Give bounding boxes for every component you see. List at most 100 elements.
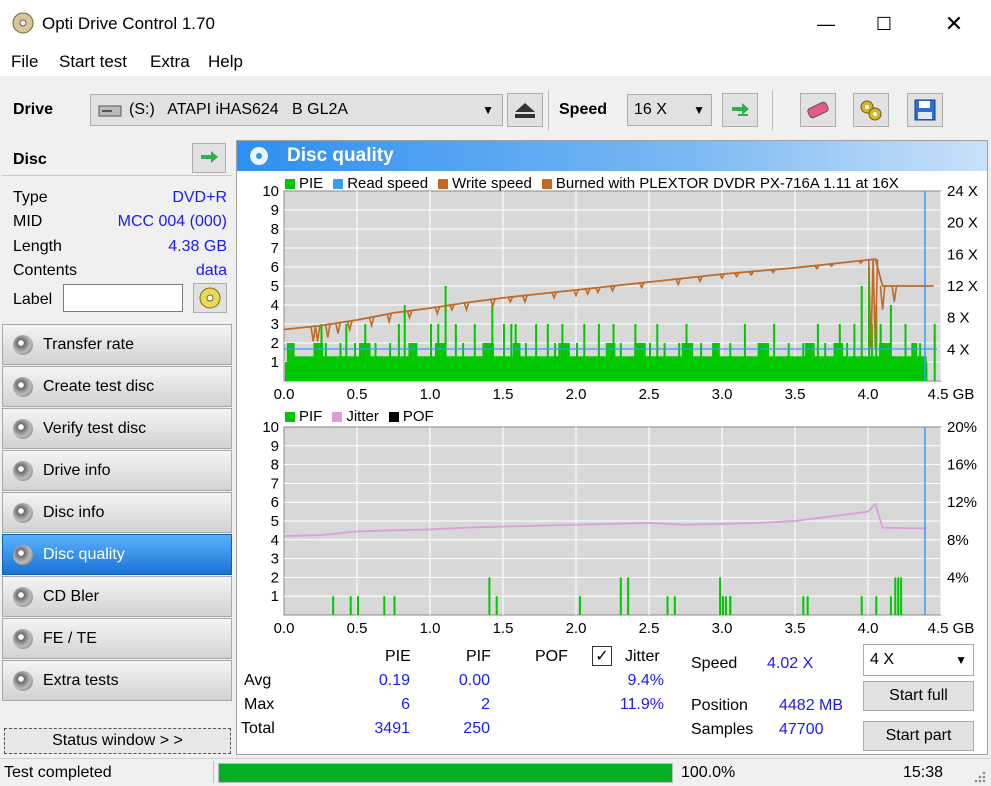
- max-pif: 2: [481, 696, 490, 713]
- pif-bar: [488, 577, 491, 615]
- nav-disc-quality[interactable]: Disc quality: [2, 534, 232, 575]
- speed-label: Speed: [559, 101, 608, 118]
- menu-extra[interactable]: Extra: [150, 52, 190, 72]
- erase-button[interactable]: [800, 93, 836, 127]
- contents-label: Contents: [13, 262, 78, 279]
- stats-col-pof: POF: [535, 648, 568, 665]
- pif-bar: [627, 577, 630, 615]
- x-tick-label: 4.0: [858, 620, 879, 637]
- y-tick-label: 1: [271, 588, 279, 605]
- eraser-icon: [807, 101, 829, 119]
- label-input[interactable]: [63, 284, 183, 312]
- avg-pie: 0.19: [378, 672, 410, 689]
- menu-help[interactable]: Help: [208, 52, 243, 72]
- left-panel: Disc Type DVD+R MID MCC 004 (000) Length…: [0, 138, 234, 758]
- close-button[interactable]: ✕: [925, 0, 983, 48]
- minimize-button[interactable]: —: [797, 0, 855, 48]
- pif-bar: [578, 596, 581, 615]
- stats-col-pif: PIF: [466, 648, 491, 665]
- y-tick-label: 5: [271, 513, 279, 530]
- nav-transfer-rate[interactable]: Transfer rate: [2, 324, 232, 365]
- nav-verify-test-disc[interactable]: Verify test disc: [2, 408, 232, 449]
- type-value: DVD+R: [172, 189, 227, 206]
- x-tick-label: 4.5 GB: [928, 620, 975, 637]
- menu-start-test[interactable]: Start test: [59, 52, 127, 72]
- x-tick-label: 2.5: [639, 620, 660, 637]
- nav-extra-tests[interactable]: Extra tests: [2, 660, 232, 701]
- maximize-button[interactable]: ☐: [855, 0, 913, 48]
- drive-select-value: (S:) ATAPI iHAS624 B GL2A: [129, 101, 349, 118]
- length-value: 4.38 GB: [168, 238, 227, 255]
- label-disc-button[interactable]: [193, 283, 227, 313]
- separator: [548, 90, 549, 130]
- refresh-speed-button[interactable]: [722, 93, 758, 127]
- disc-header: Disc: [2, 140, 232, 176]
- nav-fe-te[interactable]: FE / TE: [2, 618, 232, 659]
- disc-header-title: Disc: [13, 151, 47, 168]
- gears-icon: [860, 100, 882, 121]
- nav-label: Drive info: [43, 461, 111, 479]
- stats-row-total: Total: [241, 720, 275, 737]
- menu-bar: File Start test Extra Help: [0, 48, 991, 76]
- start-part-button[interactable]: Start part: [863, 721, 974, 751]
- separator: [213, 761, 214, 783]
- pif-bar: [894, 577, 897, 615]
- jitter-checkbox[interactable]: ✓: [592, 646, 612, 666]
- max-pie: 6: [401, 696, 410, 713]
- progress-bar: [218, 763, 673, 783]
- disc-icon: [13, 670, 33, 691]
- pif-bar: [666, 596, 669, 615]
- disc-icon: [13, 460, 33, 481]
- y-tick-label: 3: [271, 551, 279, 568]
- test-speed-select[interactable]: 4 X ▼: [863, 644, 974, 676]
- y-tick-label: 2: [271, 569, 279, 586]
- test-speed-value: 4 X: [870, 651, 895, 668]
- start-full-button[interactable]: Start full: [863, 681, 974, 711]
- avg-pif: 0.00: [458, 672, 490, 689]
- nav-cd-bler[interactable]: CD Bler: [2, 576, 232, 617]
- disc-refresh-button[interactable]: [192, 143, 226, 173]
- nav-create-test-disc[interactable]: Create test disc: [2, 366, 232, 407]
- nav-label: Create test disc: [43, 377, 155, 395]
- nav-label: Extra tests: [43, 671, 119, 689]
- nav-label: CD Bler: [43, 587, 100, 605]
- nav-label: FE / TE: [43, 629, 97, 647]
- separator: [772, 90, 773, 130]
- speed-select-value: 16 X: [634, 101, 667, 118]
- disc-icon: [13, 376, 33, 397]
- time-text: 15:38: [903, 764, 944, 781]
- pif-bar: [383, 596, 386, 615]
- speed-info-label: Speed: [691, 655, 738, 672]
- menu-file[interactable]: File: [11, 52, 38, 72]
- title-bar: Opti Drive Control 1.70 — ☐ ✕: [0, 0, 991, 48]
- x-tick-label: 3.5: [785, 620, 806, 637]
- pif-bar: [724, 596, 727, 615]
- speed-info-value: 4.02 X: [767, 655, 814, 672]
- y2-tick-label: 20%: [947, 419, 977, 436]
- settings-button[interactable]: [853, 93, 889, 127]
- drive-select[interactable]: (S:) ATAPI iHAS624 B GL2A ▼: [90, 94, 503, 126]
- pif-bar: [349, 596, 352, 615]
- total-pie: 3491: [374, 720, 410, 737]
- samples-label: Samples: [691, 721, 754, 738]
- y-tick-label: 7: [271, 475, 279, 492]
- x-tick-label: 1.0: [420, 620, 441, 637]
- pif-bar: [393, 596, 396, 615]
- pif-bar: [719, 577, 722, 615]
- stats-col-pie: PIE: [385, 648, 411, 665]
- stats-row-avg: Avg: [244, 672, 272, 689]
- eject-button[interactable]: [507, 93, 543, 127]
- nav-drive-info[interactable]: Drive info: [2, 450, 232, 491]
- disc-icon: [13, 418, 33, 439]
- speed-select[interactable]: 16 X ▼: [627, 94, 712, 126]
- mid-value: MCC 004 (000): [117, 213, 227, 230]
- save-button[interactable]: [907, 93, 943, 127]
- drive-label: Drive: [13, 101, 54, 118]
- status-window-button[interactable]: Status window > >: [4, 728, 231, 754]
- resize-grip-icon[interactable]: [972, 769, 986, 783]
- nav-disc-info[interactable]: Disc info: [2, 492, 232, 533]
- pif-bar: [729, 596, 732, 615]
- drive-icon: [98, 105, 122, 117]
- pif-bar: [722, 596, 724, 615]
- window-title: Opti Drive Control 1.70: [42, 14, 215, 33]
